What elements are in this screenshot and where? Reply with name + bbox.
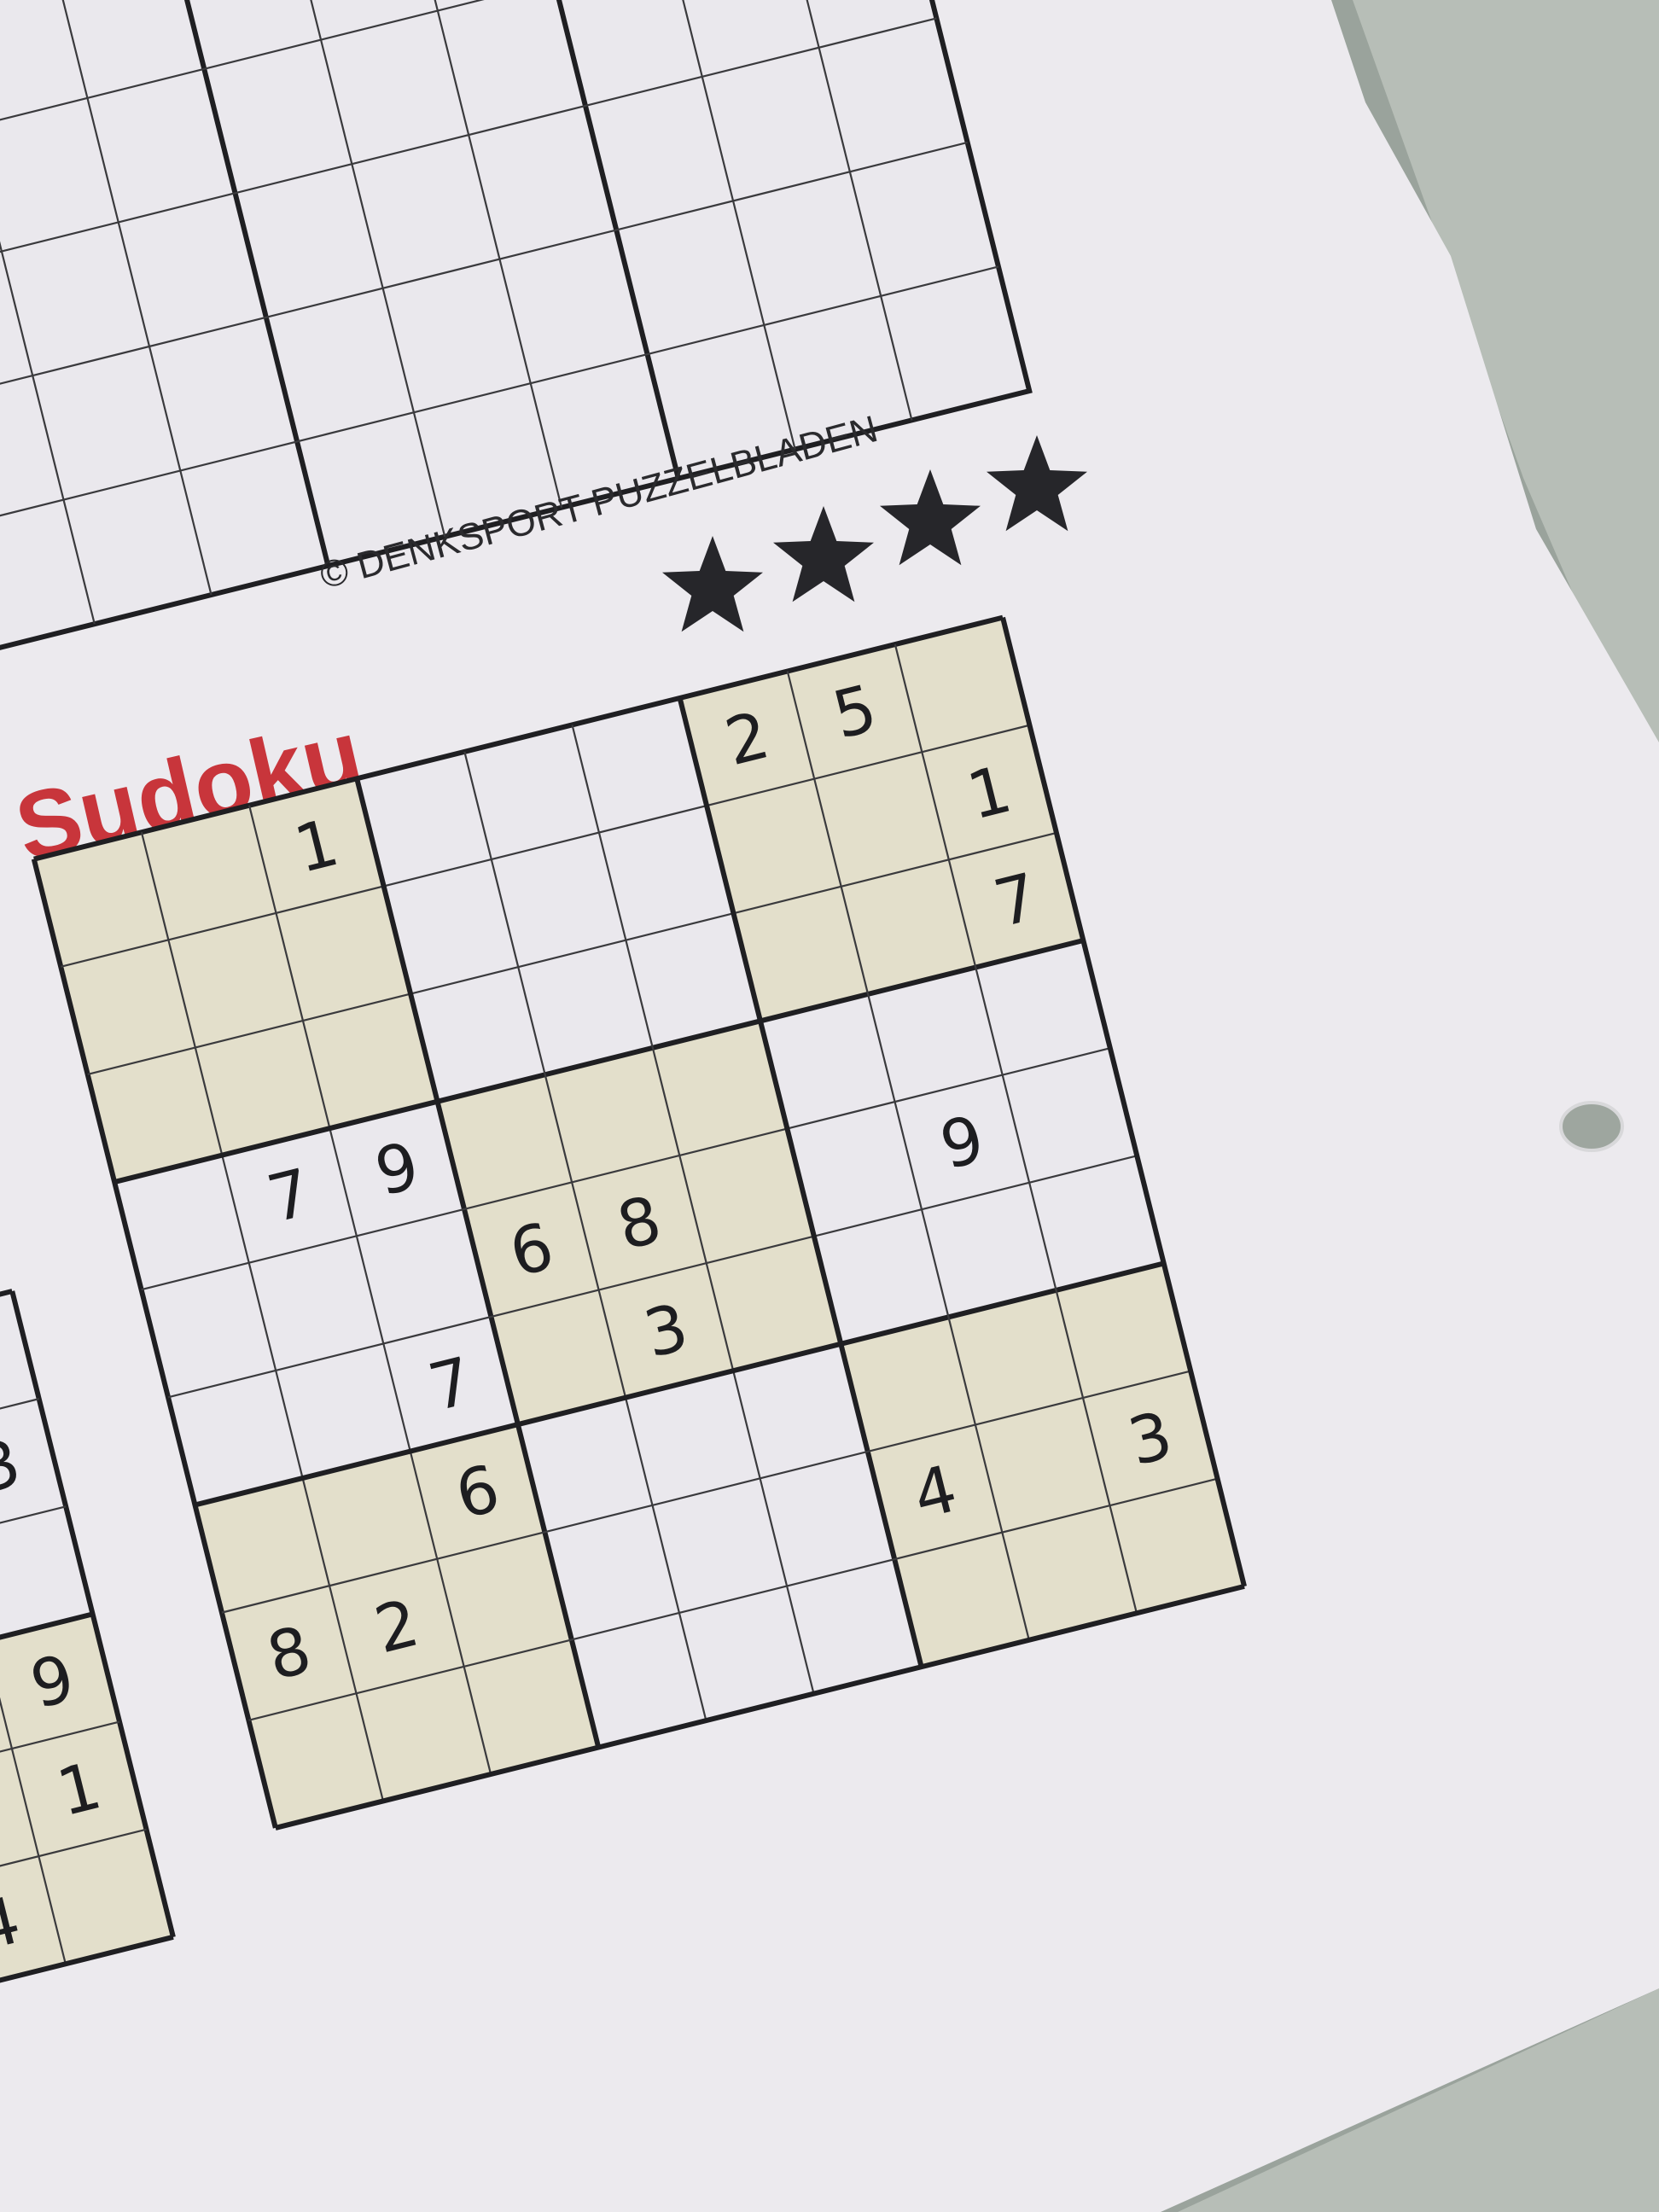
photo-scene: © DENKSPORT PUZZELBLADEN Sudoku 12 5177 96… <box>0 0 1659 2212</box>
punch-hole <box>1559 1101 1624 1152</box>
